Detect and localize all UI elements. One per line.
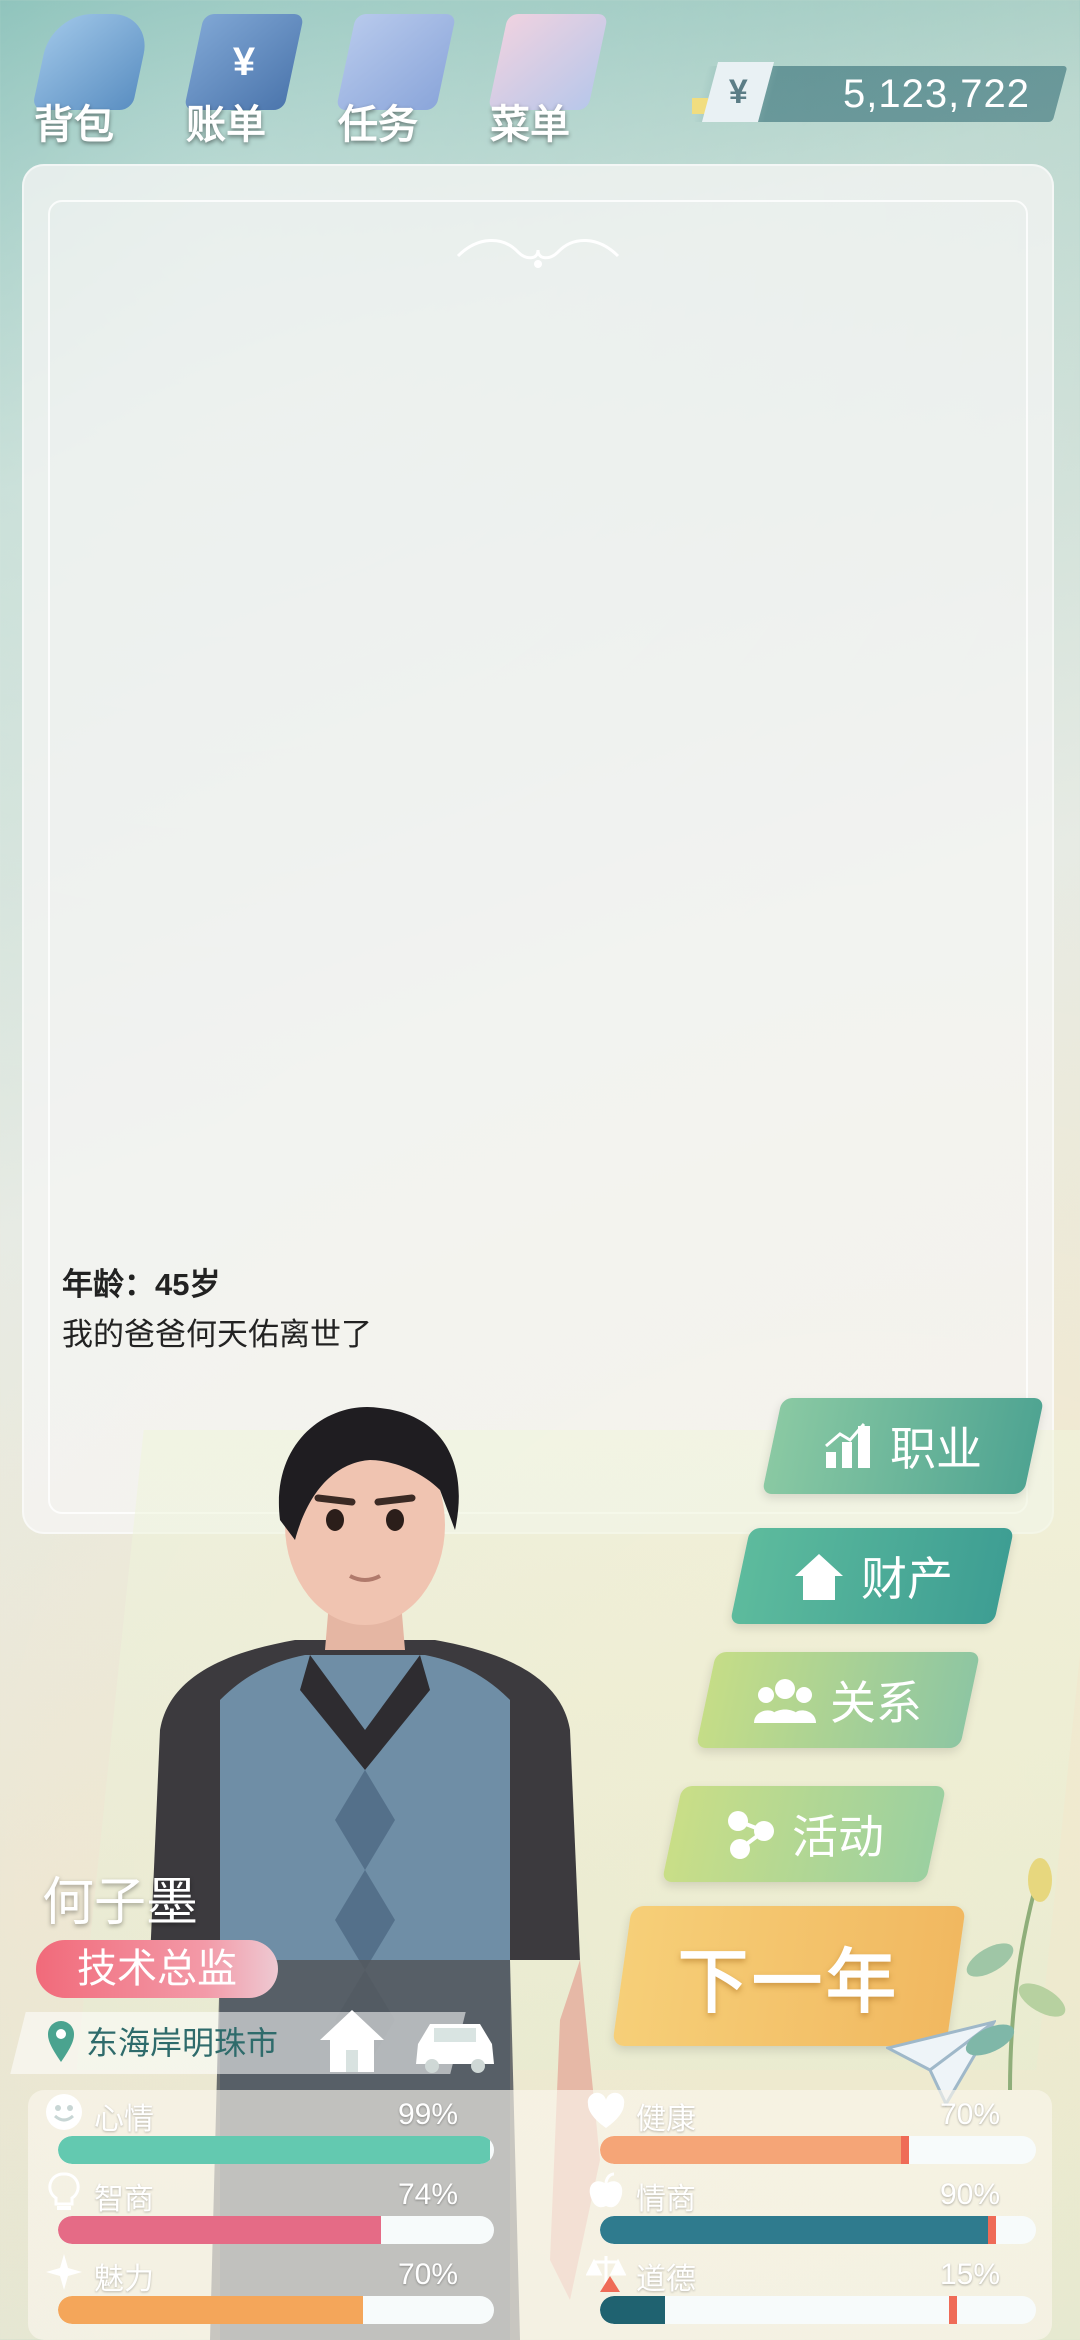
plant-decoration-icon	[965, 1858, 1066, 2090]
age-line: 年龄：45岁	[62, 1267, 221, 1302]
stat-iq: 智商 74%	[28, 2172, 494, 2252]
smile-icon	[46, 2094, 82, 2130]
nav-bill-button[interactable]: ¥ 账单	[172, 10, 305, 150]
stat-health-marker	[901, 2136, 910, 2164]
stat-health-pct: 70%	[939, 2098, 1000, 2131]
top-nav: 背包 ¥ 账单 任务 菜单	[20, 10, 609, 150]
people-icon	[754, 1679, 816, 1723]
location-pin-icon	[48, 2021, 74, 2062]
job-badge: 技术总监	[36, 1940, 278, 1998]
stat-mood-label: 心情	[94, 2103, 154, 2136]
money-amount: 5,123,722	[843, 72, 1030, 116]
stat-iq-pct: 74%	[397, 2178, 458, 2211]
event-line: 我的爸爸何天佑离世了	[62, 1317, 372, 1352]
nav-bill-label: 账单	[186, 103, 266, 147]
lightbulb-icon	[48, 2172, 80, 2210]
relation-label: 关系	[830, 1677, 922, 1729]
character-name: 何子墨	[42, 1874, 199, 1932]
next-year-label: 下一年	[678, 1942, 900, 2021]
stat-charm: 魅力 70%	[28, 2254, 494, 2332]
stat-morality-label: 道德	[636, 2263, 696, 2296]
nav-menu-button[interactable]: 菜单	[476, 10, 609, 150]
ornament-icon	[456, 239, 620, 268]
sparkle-icon	[46, 2254, 82, 2290]
stat-eq-fill	[600, 2216, 993, 2244]
car-icon[interactable]	[412, 2014, 498, 2074]
stat-morality-marker	[948, 2296, 957, 2324]
stat-morality: 道德 15%	[570, 2256, 1036, 2332]
stat-charm-bar	[58, 2296, 494, 2324]
career-chart-icon	[825, 1423, 870, 1468]
stat-eq-marker	[988, 2216, 997, 2244]
relation-button[interactable]: 关系	[695, 1652, 981, 1748]
stat-iq-label: 智商	[94, 2183, 154, 2216]
activity-button[interactable]: 活动	[661, 1786, 947, 1882]
stat-mood-fill	[58, 2136, 490, 2164]
stat-mood-pct: 99%	[397, 2098, 458, 2131]
stat-morality-fill	[600, 2296, 666, 2324]
nav-task-button[interactable]: 任务	[324, 10, 457, 150]
stat-mood-bar	[58, 2136, 494, 2164]
stat-iq-fill	[58, 2216, 381, 2244]
stat-charm-label: 魅力	[94, 2263, 154, 2296]
stat-health-label: 健康	[636, 2103, 696, 2136]
stat-morality-bar	[600, 2296, 1036, 2324]
event-log: 年龄：45岁 我的爸爸何天佑离世了	[62, 1260, 372, 1360]
activity-label: 活动	[792, 1811, 884, 1863]
stat-morality-pct: 15%	[939, 2258, 1000, 2291]
stat-health: 健康 70%	[570, 2092, 1036, 2172]
stat-mood: 心情 99%	[28, 2094, 494, 2172]
home-icon[interactable]	[316, 2006, 388, 2074]
location-text: 东海岸明珠市	[86, 2025, 279, 2061]
stat-eq: 情商 90%	[570, 2172, 1036, 2252]
house-icon	[795, 1554, 843, 1600]
stat-charm-pct: 70%	[397, 2258, 458, 2291]
property-button[interactable]: 财产	[729, 1528, 1015, 1624]
activity-molecule-icon	[728, 1811, 774, 1859]
nav-bag-button[interactable]: 背包	[20, 10, 153, 150]
nav-menu-label: 菜单	[490, 103, 570, 147]
career-label: 职业	[890, 1423, 982, 1475]
career-button[interactable]: 职业	[761, 1398, 1045, 1494]
stat-eq-bar	[600, 2216, 1036, 2244]
stat-iq-bar	[58, 2216, 494, 2244]
heart-icon	[587, 2092, 625, 2128]
stat-charm-fill	[58, 2296, 364, 2324]
stat-eq-label: 情商	[636, 2183, 696, 2216]
apple-icon	[589, 2172, 623, 2208]
stat-eq-pct: 90%	[939, 2178, 1000, 2211]
nav-task-label: 任务	[338, 103, 418, 147]
stat-health-bar	[600, 2136, 1036, 2164]
stat-health-fill	[600, 2136, 906, 2164]
nav-bag-label: 背包	[34, 103, 114, 147]
property-label: 财产	[861, 1553, 953, 1605]
scales-warning-icon	[586, 2256, 626, 2292]
